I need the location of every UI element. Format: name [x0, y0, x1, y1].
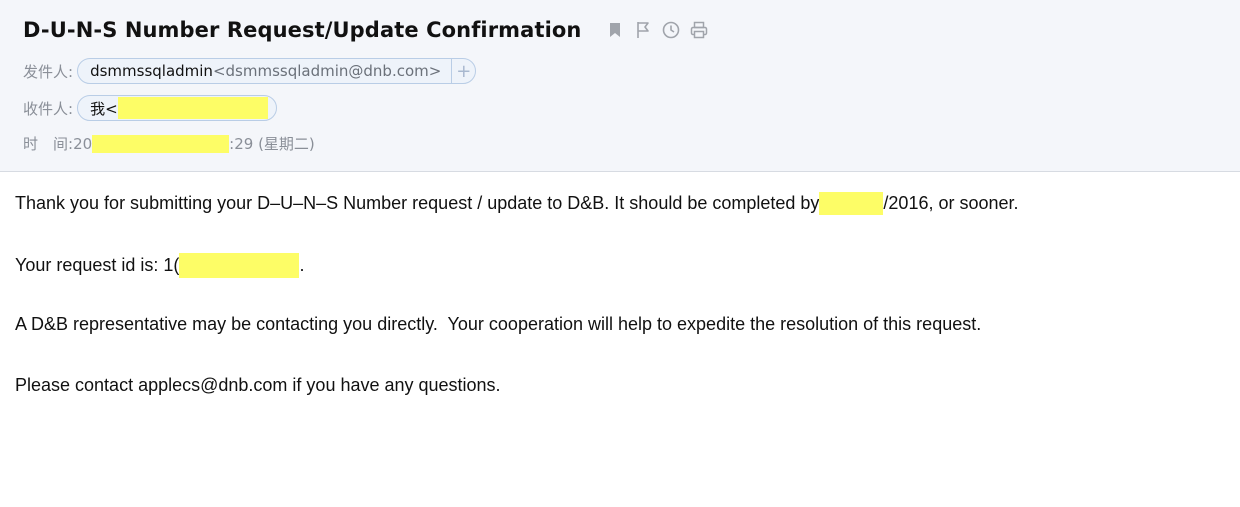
- para1-start: Thank you for submitting your D–U–N–S Nu…: [15, 193, 820, 213]
- email-header: D-U-N-S Number Request/Update Confirmati…: [0, 0, 1240, 172]
- time-label: 时 间:: [23, 135, 74, 153]
- from-row: 发件人: dsmmssqladmin <dsmmssqladmin@dnb.co…: [23, 58, 477, 84]
- subject-row: D-U-N-S Number Request/Update Confirmati…: [23, 18, 709, 42]
- redaction-highlight: [117, 97, 268, 119]
- time-suffix: :29 (星期二): [229, 135, 315, 153]
- redaction-highlight: [179, 253, 300, 278]
- body-paragraph-3: A D&B representative may be contacting y…: [15, 314, 981, 335]
- sender-address: <dsmmssqladmin@dnb.com>: [212, 62, 442, 80]
- para1-end: /2016, or sooner.: [883, 193, 1019, 213]
- para2-start: Your request id is: 1(: [15, 255, 180, 275]
- to-label: 收件人:: [23, 99, 74, 118]
- recipient-chip[interactable]: 我<: [77, 95, 277, 121]
- body-paragraph-4: Please contact applecs@dnb.com if you ha…: [15, 375, 501, 396]
- redaction-highlight: [92, 134, 230, 153]
- para3-text: A D&B representative may be contacting y…: [15, 314, 982, 334]
- para2-end: .: [299, 255, 305, 275]
- sender-name: dsmmssqladmin: [90, 62, 213, 80]
- clock-icon[interactable]: [661, 20, 681, 40]
- print-icon[interactable]: [689, 20, 709, 40]
- header-toolbar: [605, 20, 709, 40]
- recipient-name: 我<: [90, 99, 118, 118]
- bookmark-icon[interactable]: [605, 20, 625, 40]
- body-paragraph-1: Thank you for submitting your D–U–N–S Nu…: [15, 192, 1019, 215]
- time-value: 20 :29 (星期二): [73, 133, 315, 154]
- body-paragraph-2: Your request id is: 1( .: [15, 253, 304, 278]
- time-row: 时 间: 20 :29 (星期二): [23, 133, 315, 154]
- sender-chip[interactable]: dsmmssqladmin <dsmmssqladmin@dnb.com> +: [77, 58, 477, 84]
- redaction-highlight: [819, 192, 884, 215]
- add-contact-button[interactable]: +: [451, 58, 475, 84]
- to-row: 收件人: 我<: [23, 95, 277, 121]
- flag-icon[interactable]: [633, 20, 653, 40]
- from-label: 发件人:: [23, 62, 74, 81]
- time-prefix: 20: [73, 134, 93, 153]
- email-subject: D-U-N-S Number Request/Update Confirmati…: [23, 18, 582, 42]
- para4-text: Please contact applecs@dnb.com if you ha…: [15, 375, 501, 395]
